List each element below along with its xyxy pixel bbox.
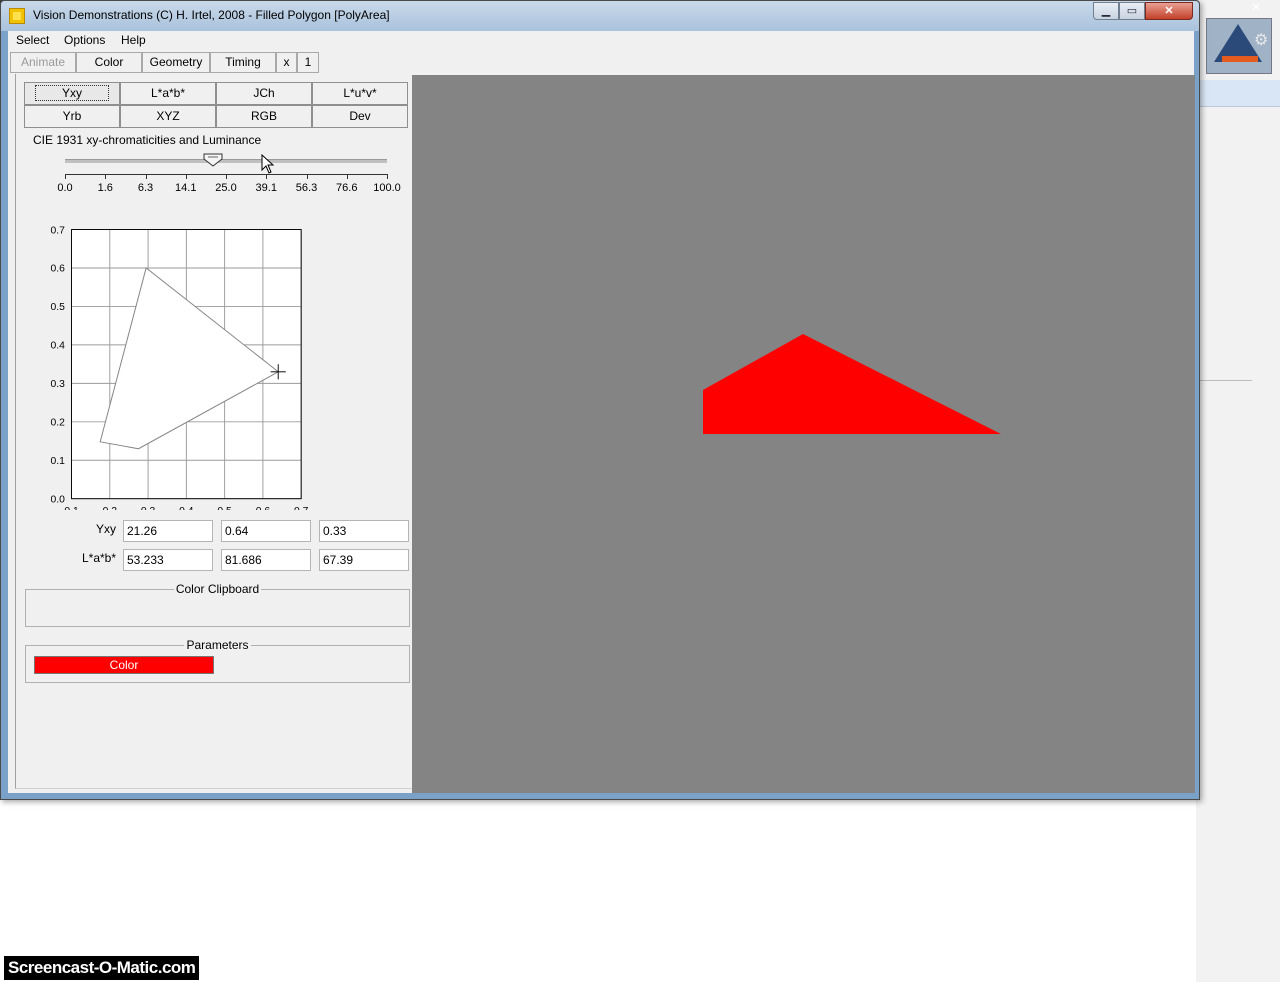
tab-yrb[interactable]: Yrb <box>24 105 120 128</box>
tab-luv[interactable]: L*u*v* <box>312 82 408 105</box>
stimulus-display[interactable] <box>412 75 1195 793</box>
x-tick-label: 0.6 <box>256 506 271 510</box>
y-tick-label: 0.0 <box>51 494 66 505</box>
yxy-yy-field[interactable]: 0.33 <box>319 520 409 542</box>
slider-tick <box>387 174 388 179</box>
maximize-button[interactable]: ▭ <box>1119 2 1145 20</box>
y-tick-label: 0.1 <box>51 456 66 467</box>
clipboard-title-wrap: Color Clipboard <box>26 582 409 596</box>
lab-l-field[interactable]: 53.233 <box>123 549 213 571</box>
yxy-label: Yxy <box>95 522 116 536</box>
geometry-tab-button[interactable]: Geometry <box>142 52 210 73</box>
minimize-button[interactable]: ▁ <box>1093 2 1119 20</box>
tab-dev[interactable]: Dev <box>312 105 408 128</box>
yxy-x-field[interactable]: 0.64 <box>221 520 311 542</box>
tab-lab[interactable]: L*a*b* <box>120 82 216 105</box>
color-panel: Yxy L*a*b* JCh L*u*v* Yrb XYZ RGB Dev CI… <box>15 74 412 789</box>
luminance-slider-track[interactable] <box>65 159 387 163</box>
gear-icon[interactable]: ⚙ <box>1254 30 1268 50</box>
menu-options[interactable]: Options <box>64 33 105 47</box>
luminance-slider-thumb[interactable] <box>203 153 223 167</box>
tab-jch[interactable]: JCh <box>216 82 312 105</box>
y-tick-label: 0.4 <box>51 341 66 352</box>
slider-tick <box>306 174 308 179</box>
parameters-title: Parameters <box>184 638 251 652</box>
slider-tick <box>65 174 66 179</box>
lab-a-field[interactable]: 81.686 <box>221 549 311 571</box>
slider-tick <box>346 174 348 179</box>
y-tick-label: 0.7 <box>51 225 66 236</box>
stimulus-canvas <box>703 334 1001 434</box>
x-tick-label: 0.3 <box>141 506 156 510</box>
mouse-cursor-icon <box>261 154 275 174</box>
parameters-title-wrap: Parameters <box>26 638 409 652</box>
timing-tab-button[interactable]: Timing <box>210 52 276 73</box>
x-tick-label: 0.2 <box>103 506 118 510</box>
menu-help[interactable]: Help <box>121 33 146 47</box>
watermark: Screencast-O-Matic.com <box>4 956 200 980</box>
x-tick-label: 0.7 <box>294 506 309 510</box>
y-tick-label: 0.5 <box>51 302 66 313</box>
close-button[interactable]: ✕ <box>1145 2 1193 20</box>
menu-bar: Select Options Help <box>8 31 1194 51</box>
app-icon <box>9 8 25 24</box>
color-parameter-button[interactable]: Color <box>34 656 214 674</box>
slider-tick <box>185 174 187 179</box>
y-tick-label: 0.2 <box>51 418 66 429</box>
tab-yxy-label: Yxy <box>34 85 110 101</box>
menu-select[interactable]: Select <box>16 33 49 47</box>
tab-rgb[interactable]: RGB <box>216 105 312 128</box>
parameters-group: Parameters Color <box>25 638 410 683</box>
background-window <box>1196 0 1280 982</box>
x-tick-label: 0.4 <box>179 506 194 510</box>
x-button[interactable]: x <box>276 52 297 73</box>
title-bar[interactable]: Vision Demonstrations (C) H. Irtel, 2008… <box>1 1 1199 31</box>
tab-xyz[interactable]: XYZ <box>120 105 216 128</box>
app-window: Vision Demonstrations (C) H. Irtel, 2008… <box>0 0 1200 800</box>
slider-tick-label: 100.0 <box>373 182 401 194</box>
desktop-logo-bar-icon <box>1222 56 1258 62</box>
y-tick-label: 0.6 <box>51 264 66 275</box>
slider-tick <box>266 174 268 179</box>
client-area: Select Options Help Animate Color Geomet… <box>8 31 1195 793</box>
slider-tick <box>105 174 107 179</box>
yxy-y-field[interactable]: 21.26 <box>123 520 213 542</box>
x-tick-label: 0.1 <box>64 506 79 510</box>
one-button[interactable]: 1 <box>297 52 319 73</box>
color-tab-button[interactable]: Color <box>76 52 142 73</box>
lab-label: L*a*b* <box>81 551 116 565</box>
background-close-icon[interactable]: ✕ <box>1246 0 1266 16</box>
background-divider <box>1200 380 1252 381</box>
lab-b-field[interactable]: 67.39 <box>319 549 409 571</box>
color-clipboard-group[interactable]: Color Clipboard <box>25 582 410 627</box>
red-polygon <box>703 334 1001 434</box>
tab-yxy[interactable]: Yxy <box>24 82 120 105</box>
window-title: Vision Demonstrations (C) H. Irtel, 2008… <box>33 8 390 22</box>
clipboard-title: Color Clipboard <box>173 582 262 596</box>
slider-tick <box>226 174 227 179</box>
slider-tick <box>145 174 147 179</box>
panel-title: CIE 1931 xy-chromaticities and Luminance <box>33 133 262 147</box>
chromaticity-diagram[interactable]: 0.10.20.30.40.50.60.70.00.10.20.30.40.50… <box>16 190 336 510</box>
animate-button[interactable]: Animate <box>10 52 76 73</box>
colorspace-tabs: Yxy L*a*b* JCh L*u*v* Yrb XYZ RGB Dev <box>24 82 410 128</box>
x-tick-label: 0.5 <box>217 506 232 510</box>
background-window-bar <box>1198 80 1280 107</box>
y-tick-label: 0.3 <box>51 379 66 390</box>
